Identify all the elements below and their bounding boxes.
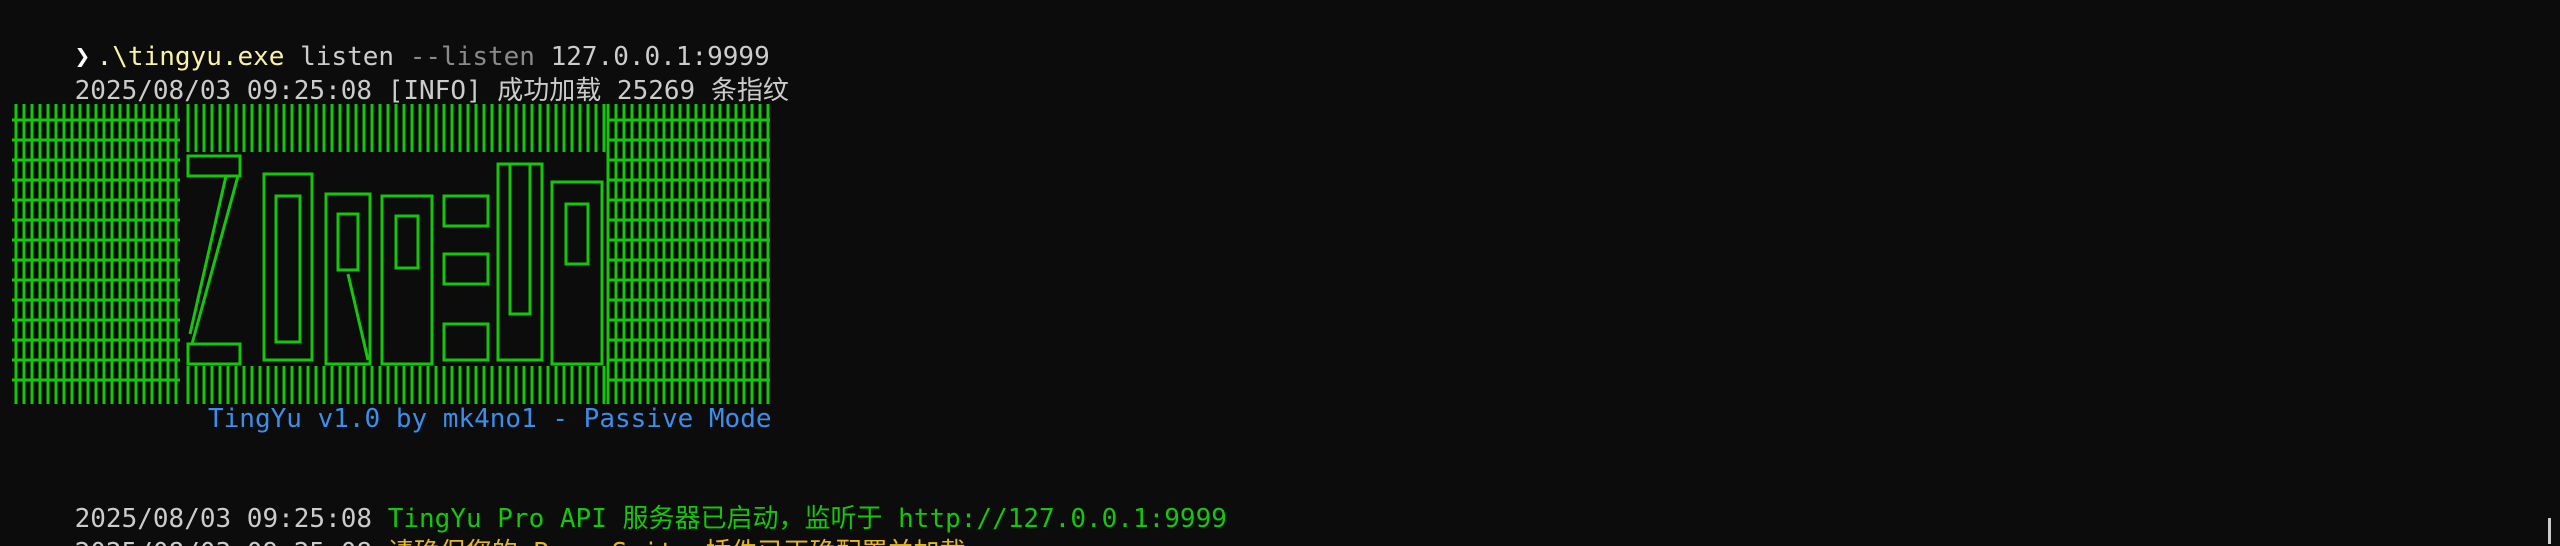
banner-glyph	[186, 154, 242, 178]
banner-glyph	[550, 180, 604, 366]
log-line-server: 2025/08/03 09:25:08 TingYu Pro API 服务器已启…	[12, 468, 1227, 534]
log-timestamp: 2025/08/03 09:25:08	[75, 538, 372, 546]
log-message: [INFO] 成功加载 25269 条指纹	[372, 76, 789, 106]
banner-stroke	[346, 273, 370, 361]
previous-output-line: · · · · · · · · · · · · · · · · · · ·	[60, 0, 620, 2]
text-cursor	[2548, 518, 2551, 544]
log-timestamp: 2025/08/03 09:25:08	[74, 76, 373, 106]
banner-glyph	[336, 212, 360, 272]
banner-glyph	[496, 162, 544, 362]
banner-glyph	[274, 194, 302, 344]
banner-glyph	[186, 342, 242, 366]
banner-glyph	[442, 322, 490, 362]
banner-subtitle: TingYu v1.0 by mk4no1 - Passive Mode	[208, 404, 772, 434]
banner-glyph	[262, 172, 314, 362]
command-line: ❯ .\tingyu.exe listen --listen 127.0.0.1:…	[12, 6, 770, 72]
banner-stroke	[190, 175, 240, 345]
banner-glyph	[508, 162, 532, 316]
banner-glyph	[380, 194, 434, 366]
banner-glyph	[564, 202, 590, 266]
banner-glyph	[442, 252, 490, 286]
banner-glyph	[394, 214, 420, 270]
banner-glyph	[442, 194, 490, 228]
terminal-window[interactable]: · · · · · · · · · · · · · · · · · · · ❯.…	[0, 0, 2560, 546]
log-message: 请确保您的 Burp Suite 插件已正确配置并加载。	[372, 538, 992, 546]
banner-stroke	[188, 175, 228, 335]
ascii-banner-art	[12, 104, 770, 404]
log-line-info: 2025/08/03 09:25:08 [INFO] 成功加载 25269 条指…	[12, 40, 789, 106]
log-line-warning: 2025/08/03 09:25:08 请确保您的 Burp Suite 插件已…	[12, 502, 992, 546]
